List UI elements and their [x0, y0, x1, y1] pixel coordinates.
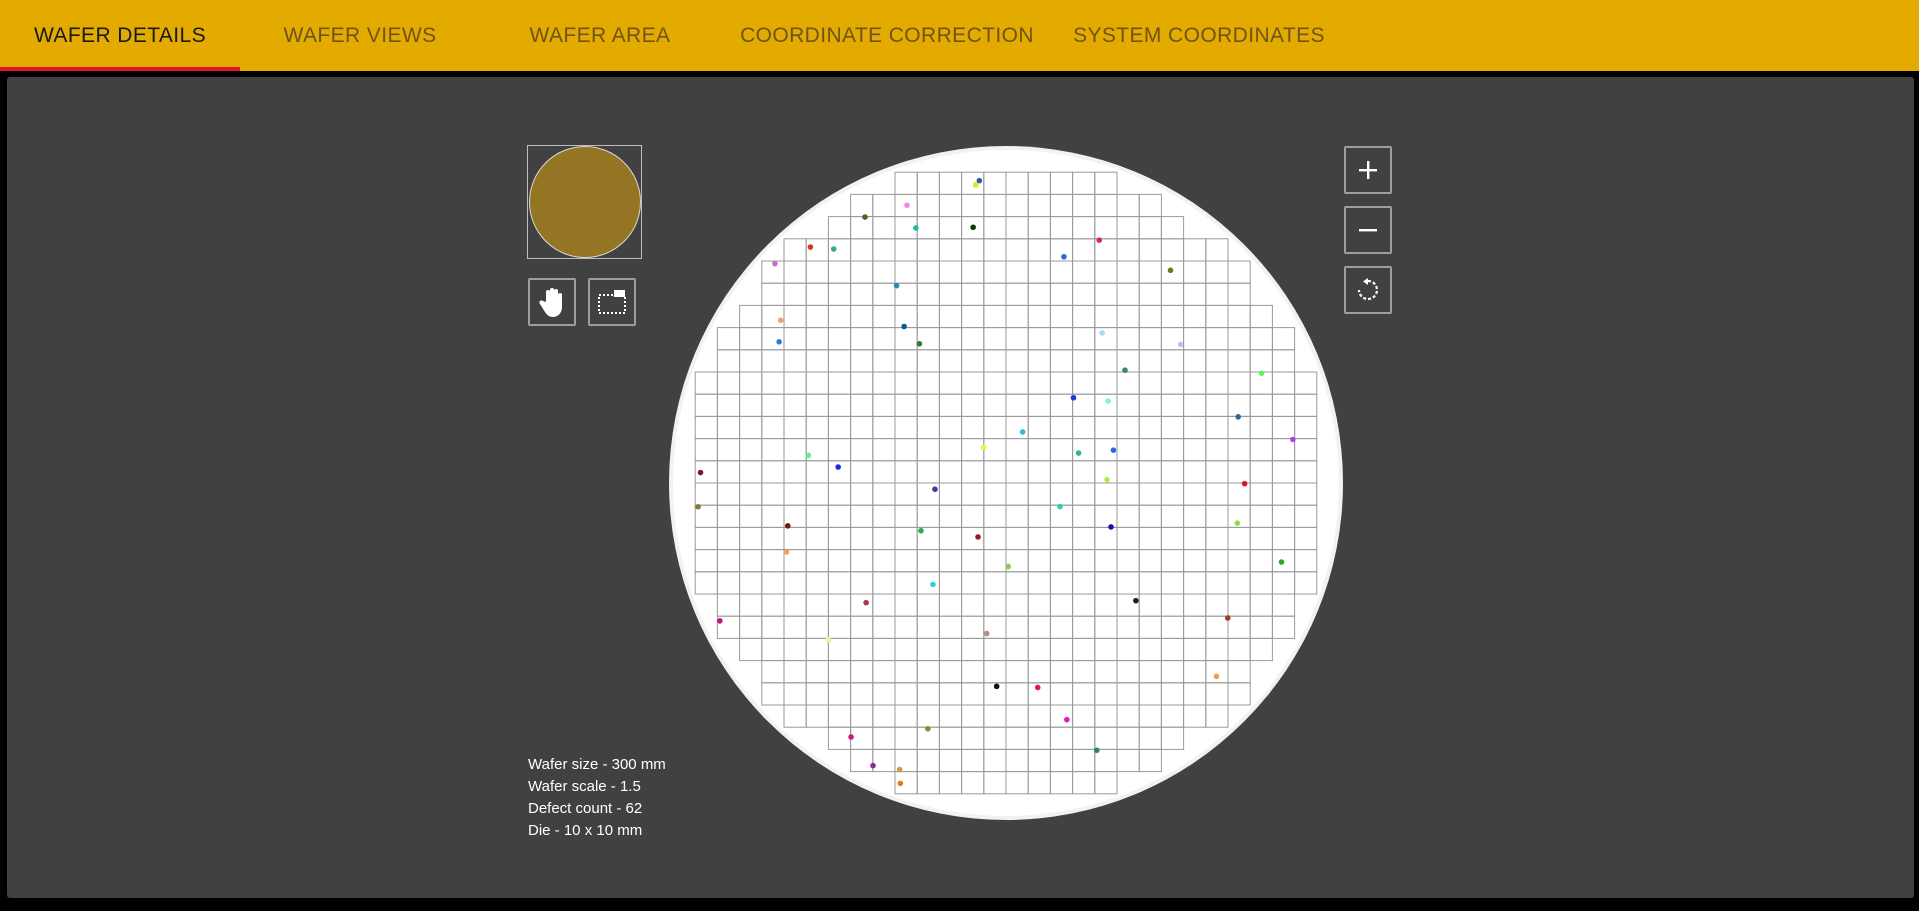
defect-point[interactable] [1258, 370, 1265, 377]
defect-point[interactable] [896, 766, 903, 773]
defect-point[interactable] [1034, 684, 1041, 691]
defect-point[interactable] [916, 341, 923, 347]
defect-point[interactable] [893, 282, 900, 289]
tab-wafer-area[interactable]: WAFER AREA [480, 0, 720, 71]
active-tab-indicator [0, 67, 240, 71]
wafer-size-text: Wafer size - 300 mm [528, 756, 666, 773]
defect-point[interactable] [1290, 436, 1296, 443]
defect-point[interactable] [717, 618, 723, 624]
defect-point[interactable] [930, 581, 936, 588]
defect-point[interactable] [975, 534, 981, 540]
tab-bar: WAFER DETAILS WAFER VIEWS WAFER AREA COO… [0, 0, 1919, 71]
defect-point[interactable] [1108, 524, 1114, 530]
defect-point[interactable] [805, 452, 812, 459]
defect-point[interactable] [1133, 597, 1139, 604]
pan-tool-button[interactable] [528, 278, 576, 326]
defect-point[interactable] [835, 464, 841, 470]
defect-point[interactable] [932, 486, 938, 493]
defect-point[interactable] [1061, 253, 1067, 260]
select-area-tool-button[interactable] [588, 278, 636, 326]
zoom-in-button[interactable] [1344, 146, 1392, 194]
defect-point[interactable] [1167, 267, 1174, 274]
defect-point[interactable] [1105, 398, 1111, 404]
defect-point[interactable] [848, 734, 854, 740]
defect-point[interactable] [897, 780, 904, 787]
rect-select-icon [598, 290, 626, 314]
minimap-wafer-disc [529, 146, 641, 258]
defect-point[interactable] [1104, 476, 1110, 483]
hand-icon [539, 288, 562, 317]
defect-point[interactable] [784, 523, 791, 529]
defect-point[interactable] [1005, 563, 1012, 570]
defect-point[interactable] [993, 683, 1000, 690]
defect-point[interactable] [1122, 367, 1128, 374]
tab-wafer-views[interactable]: WAFER VIEWS [240, 0, 480, 71]
defect-point[interactable] [980, 444, 987, 451]
defect-point[interactable] [913, 225, 919, 231]
defect-point[interactable] [783, 549, 790, 555]
wafer-minimap[interactable] [527, 145, 642, 259]
defect-point[interactable] [777, 317, 784, 324]
wafer-map[interactable] [667, 144, 1345, 822]
defect-point[interactable] [863, 599, 869, 606]
tab-coordinate-correction[interactable]: COORDINATE CORRECTION [720, 0, 1054, 71]
tab-wafer-details[interactable]: WAFER DETAILS [0, 0, 240, 71]
defect-point[interactable] [1019, 429, 1026, 435]
defect-point[interactable] [825, 636, 832, 643]
defect-point[interactable] [901, 323, 907, 330]
defect-point[interactable] [1110, 447, 1117, 453]
defect-point[interactable] [925, 725, 931, 732]
defect-point[interactable] [1278, 559, 1285, 565]
defect-point[interactable] [830, 246, 837, 252]
defect-point[interactable] [1234, 520, 1241, 526]
defect-point[interactable] [1096, 237, 1103, 243]
die-size-text: Die - 10 x 10 mm [528, 822, 643, 839]
wafer-map-svg[interactable] [667, 144, 1345, 822]
defect-point[interactable] [983, 630, 990, 637]
rotate-reset-icon [1357, 278, 1379, 301]
defect-point[interactable] [970, 224, 976, 231]
defect-point[interactable] [918, 527, 924, 534]
defect-point[interactable] [1235, 414, 1242, 420]
minus-icon [1359, 229, 1377, 232]
defect-point[interactable] [697, 469, 704, 476]
defect-point[interactable] [862, 214, 868, 220]
defect-point[interactable] [1064, 716, 1070, 723]
defect-count-text: Defect count - 62 [528, 800, 643, 817]
zoom-out-button[interactable] [1344, 206, 1392, 254]
defect-point[interactable] [870, 762, 876, 769]
wafer-info: Wafer size - 300 mm Wafer scale - 1.5 De… [528, 754, 666, 842]
defect-point[interactable] [772, 260, 778, 267]
reset-view-button[interactable] [1344, 266, 1392, 314]
defect-point[interactable] [1075, 450, 1082, 456]
defect-point[interactable] [1213, 673, 1220, 680]
defect-point[interactable] [776, 339, 782, 345]
defect-point[interactable] [1099, 330, 1105, 336]
defect-point[interactable] [1093, 747, 1100, 754]
defect-point[interactable] [1241, 480, 1248, 487]
wafer-scale-text: Wafer scale - 1.5 [528, 778, 641, 795]
defect-point[interactable] [807, 244, 814, 250]
defect-point[interactable] [695, 503, 701, 510]
plus-icon [1359, 161, 1377, 179]
defect-point[interactable] [1177, 341, 1184, 348]
defect-point[interactable] [1070, 394, 1077, 401]
defect-point[interactable] [976, 177, 983, 184]
defect-point[interactable] [904, 202, 910, 209]
defect-point[interactable] [1057, 503, 1063, 510]
tab-system-coordinates[interactable]: SYSTEM COORDINATES [1054, 0, 1344, 71]
defect-point[interactable] [1224, 615, 1231, 621]
